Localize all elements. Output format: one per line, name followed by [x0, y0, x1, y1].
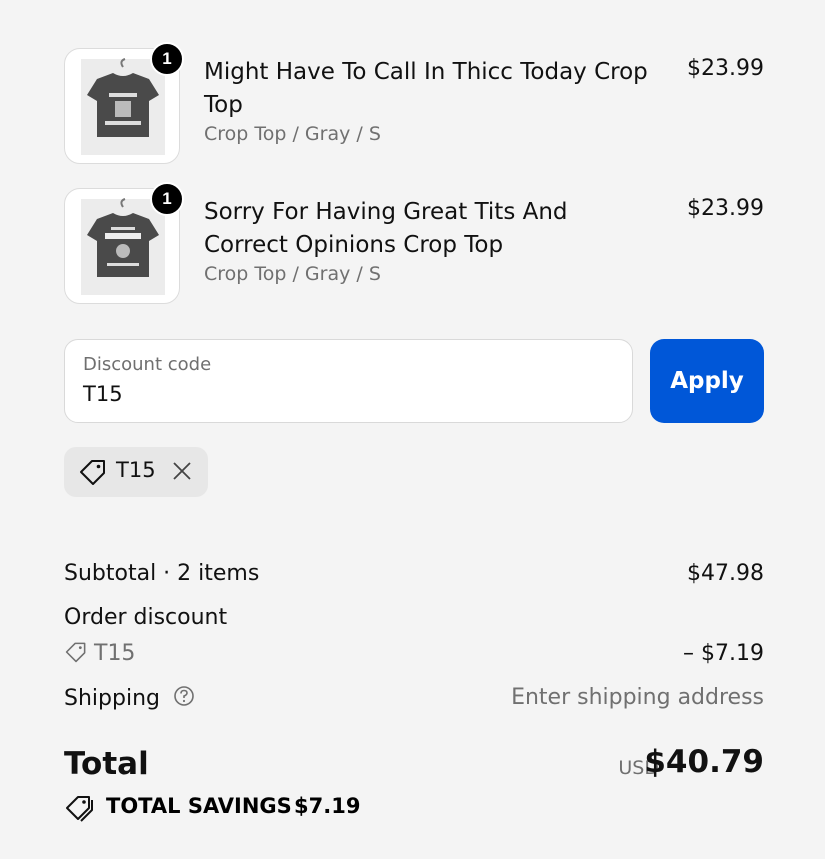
tag-icon: [78, 458, 108, 490]
shipping-row: Shipping: [64, 685, 195, 713]
total-label: Total: [64, 746, 149, 782]
line-item: 1 Sorry For Having Great Tits And Correc…: [64, 182, 764, 304]
product-variant: Crop Top / Gray / S: [204, 263, 381, 285]
order-discount-code-row: T15: [64, 641, 135, 669]
subtotal-value: $47.98: [687, 561, 764, 586]
tag-icon: [64, 641, 88, 669]
product-price: $23.99: [687, 56, 764, 81]
remove-discount-icon[interactable]: [172, 461, 192, 485]
discount-code-value[interactable]: T15: [83, 382, 123, 406]
help-icon[interactable]: [173, 685, 195, 713]
product-variant: Crop Top / Gray / S: [204, 123, 381, 145]
discount-code-label: Discount code: [83, 354, 212, 375]
savings-value: $7.19: [294, 794, 361, 818]
order-discount-label: Order discount: [64, 605, 228, 630]
product-price: $23.99: [687, 196, 764, 221]
product-title: Might Have To Call In Thicc Today Crop T…: [204, 59, 648, 118]
total-amount: $40.79: [644, 744, 764, 780]
quantity-badge: 1: [150, 42, 184, 76]
subtotal-label: Subtotal · 2 items: [64, 561, 260, 586]
discount-code-field[interactable]: Discount code T15: [64, 339, 633, 423]
savings-label: TOTAL SAVINGS: [106, 794, 292, 818]
shipping-value: Enter shipping address: [511, 685, 764, 710]
applied-discount-code: T15: [116, 458, 156, 482]
apply-button[interactable]: Apply: [650, 339, 764, 423]
shipping-label: Shipping: [64, 686, 160, 711]
quantity-badge: 1: [150, 182, 184, 216]
order-discount-code: T15: [94, 641, 136, 666]
product-title: Sorry For Having Great Tits And Correct …: [204, 199, 568, 258]
savings-tag-icon: [64, 793, 96, 827]
applied-discount-chip: T15: [64, 447, 208, 497]
order-summary: 1 Might Have To Call In Thicc Today Crop…: [0, 0, 825, 859]
line-item: 1 Might Have To Call In Thicc Today Crop…: [64, 42, 764, 164]
order-discount-value: – $7.19: [683, 641, 764, 666]
